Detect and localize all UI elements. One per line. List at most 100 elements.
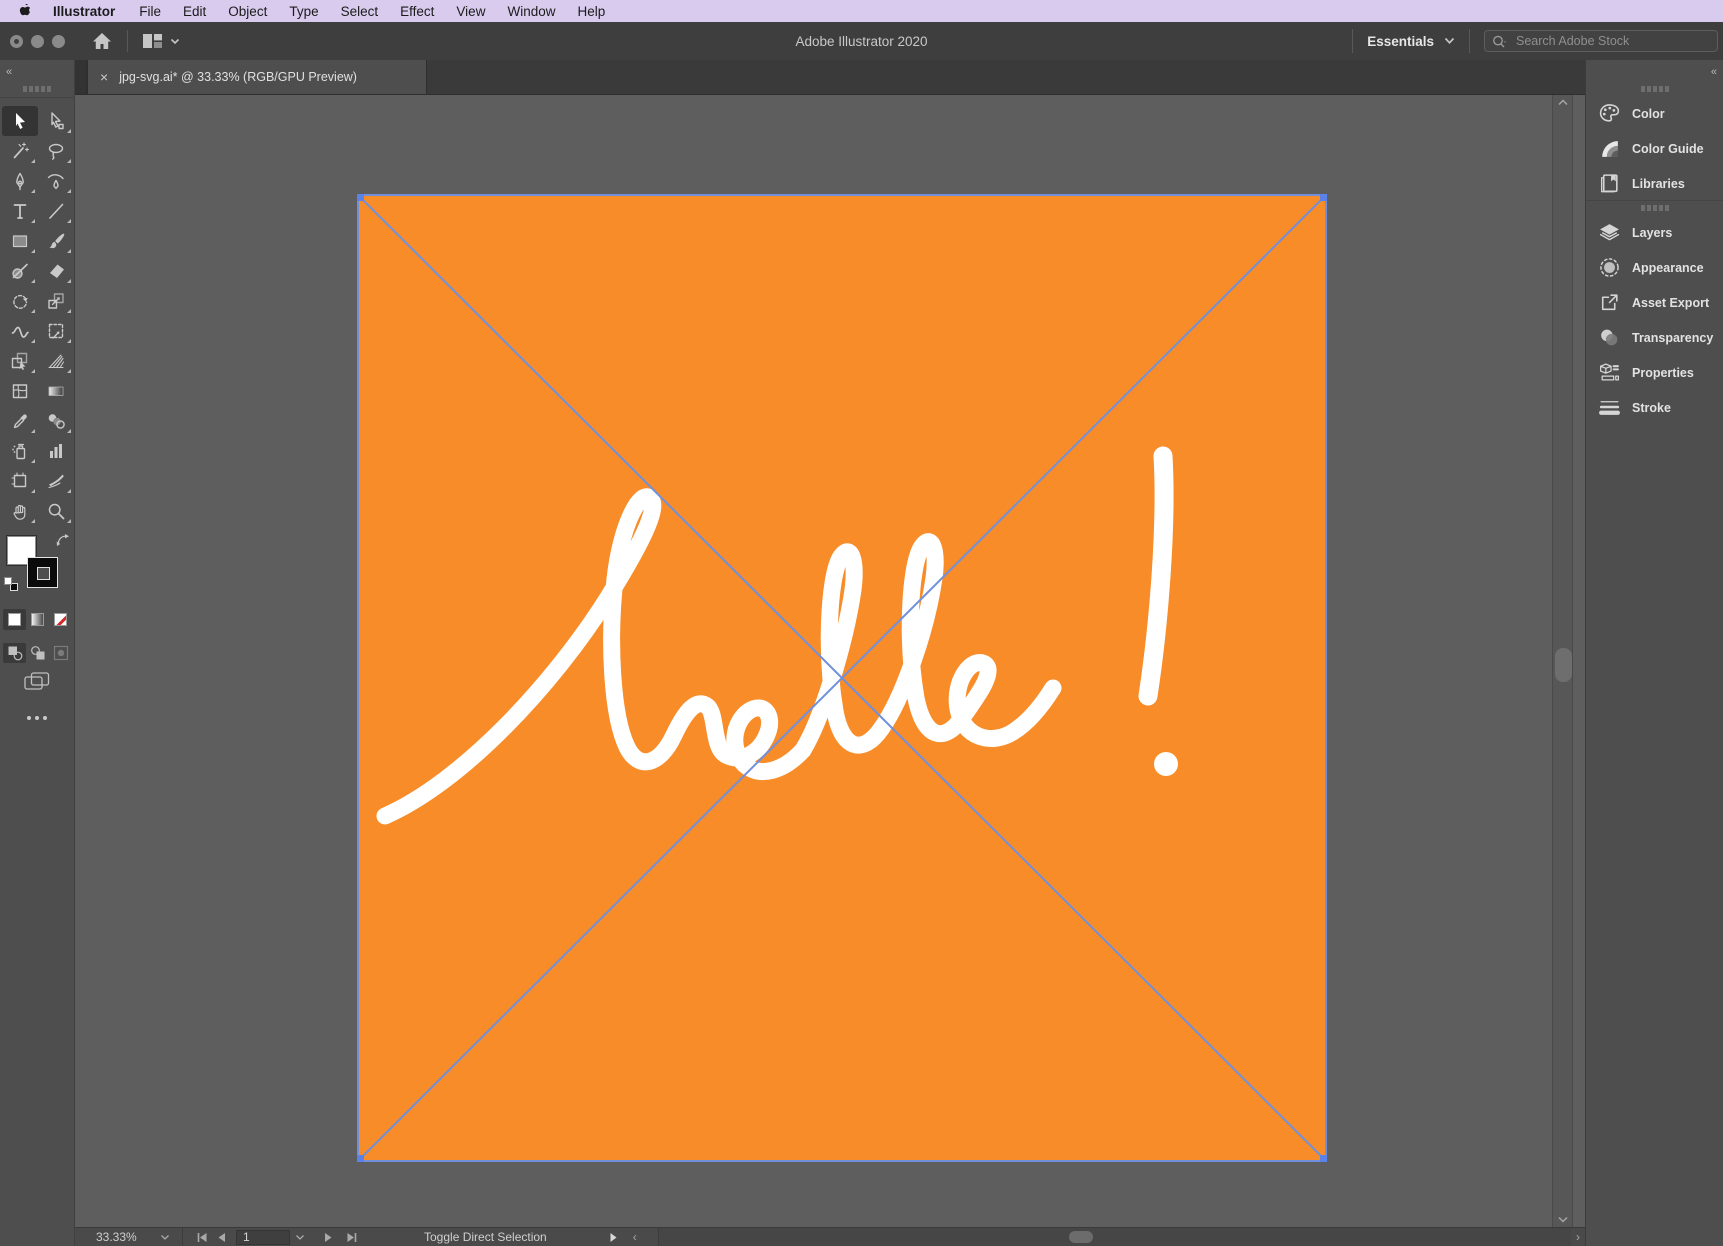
- home-icon[interactable]: [91, 31, 113, 51]
- panel-item-color-guide[interactable]: Color Guide: [1586, 131, 1723, 166]
- menu-select[interactable]: Select: [330, 4, 390, 19]
- tool-paintbrush[interactable]: [38, 226, 74, 256]
- vertical-scrollbar-thumb[interactable]: [1555, 648, 1572, 682]
- workspace-switcher[interactable]: Essentials: [1367, 34, 1455, 49]
- panel-item-stroke[interactable]: Stroke: [1586, 390, 1723, 425]
- tool-symbol-sprayer[interactable]: [2, 436, 38, 466]
- tool-perspective-grid[interactable]: [38, 346, 74, 376]
- gradient-mode-button[interactable]: [26, 609, 49, 630]
- tool-type[interactable]: [2, 196, 38, 226]
- panel-label: Asset Export: [1632, 296, 1709, 310]
- first-artboard-icon[interactable]: [196, 1232, 208, 1243]
- menu-help[interactable]: Help: [566, 4, 616, 19]
- panel-item-libraries[interactable]: Libraries: [1586, 166, 1723, 201]
- menu-file[interactable]: File: [128, 4, 172, 19]
- window-minimize-button[interactable]: [31, 35, 44, 48]
- tool-zoom[interactable]: [38, 496, 74, 526]
- tool-curvature[interactable]: [38, 166, 74, 196]
- stroke-swatch[interactable]: [27, 557, 58, 588]
- tool-magic-wand[interactable]: [2, 136, 38, 166]
- tool-slice[interactable]: [38, 466, 74, 496]
- artboard-number-field[interactable]: 1: [236, 1230, 290, 1245]
- last-artboard-icon[interactable]: [346, 1232, 358, 1243]
- zoom-level[interactable]: 33.33%: [96, 1230, 140, 1244]
- panel-item-transparency[interactable]: Transparency: [1586, 320, 1723, 355]
- tool-scale[interactable]: [38, 286, 74, 316]
- menu-edit[interactable]: Edit: [172, 4, 217, 19]
- tool-column-graph[interactable]: [38, 436, 74, 466]
- scroll-right-icon[interactable]: ›: [1571, 1230, 1585, 1244]
- panel-item-asset-export[interactable]: Asset Export: [1586, 285, 1723, 320]
- vertical-scrollbar[interactable]: [1552, 95, 1573, 1227]
- document-tab[interactable]: × jpg-svg.ai* @ 33.33% (RGB/GPU Preview): [87, 60, 427, 94]
- status-action-label[interactable]: Toggle Direct Selection: [424, 1230, 547, 1244]
- panel-item-appearance[interactable]: Appearance: [1586, 250, 1723, 285]
- color-mode-button[interactable]: [3, 609, 26, 630]
- panel-item-properties[interactable]: Properties: [1586, 355, 1723, 390]
- tool-free-transform[interactable]: [38, 316, 74, 346]
- panel-group-grip[interactable]: [1641, 86, 1669, 92]
- menu-effect[interactable]: Effect: [389, 4, 445, 19]
- tool-rectangle[interactable]: [2, 226, 38, 256]
- scroll-left-icon[interactable]: ‹: [628, 1230, 642, 1244]
- tool-width[interactable]: [2, 316, 38, 346]
- draw-normal-button[interactable]: [3, 643, 26, 663]
- panel-item-color[interactable]: Color: [1586, 96, 1723, 131]
- change-screen-mode-icon[interactable]: [24, 671, 51, 697]
- previous-artboard-icon[interactable]: [217, 1232, 226, 1243]
- scroll-up-icon[interactable]: [1557, 99, 1568, 106]
- artboard[interactable]: [357, 194, 1327, 1162]
- color-guide-panel-icon: [1598, 137, 1621, 160]
- panel-group-grip[interactable]: [1641, 205, 1669, 211]
- tab-close-icon[interactable]: ×: [100, 70, 108, 84]
- toolbar-grip[interactable]: [23, 86, 51, 92]
- menu-view[interactable]: View: [445, 4, 496, 19]
- menu-illustrator[interactable]: Illustrator: [40, 4, 128, 19]
- menu-object[interactable]: Object: [217, 4, 278, 19]
- scroll-down-icon[interactable]: [1557, 1216, 1568, 1223]
- window-zoom-button[interactable]: [52, 35, 65, 48]
- adobe-stock-search[interactable]: [1484, 30, 1718, 52]
- tool-shaper[interactable]: [2, 256, 38, 286]
- arrange-documents-icon[interactable]: [142, 32, 180, 50]
- status-play-icon[interactable]: [609, 1232, 618, 1243]
- tool-hand[interactable]: [2, 496, 38, 526]
- tool-gradient[interactable]: [38, 376, 74, 406]
- tool-lasso[interactable]: [38, 136, 74, 166]
- tool-artboard[interactable]: [2, 466, 38, 496]
- tool-blend[interactable]: [38, 406, 74, 436]
- window-close-button[interactable]: [10, 35, 23, 48]
- shaper-tool-icon: [10, 261, 30, 281]
- tool-pen[interactable]: [2, 166, 38, 196]
- gradient-mode-icon: [31, 613, 44, 626]
- tool-eyedropper[interactable]: [2, 406, 38, 436]
- tool-shape-builder[interactable]: [2, 346, 38, 376]
- draw-behind-button[interactable]: [26, 643, 49, 663]
- tool-rotate[interactable]: [2, 286, 38, 316]
- menu-window[interactable]: Window: [496, 4, 566, 19]
- draw-inside-button[interactable]: [49, 643, 72, 663]
- none-mode-button[interactable]: [49, 609, 72, 630]
- mesh-tool-icon: [10, 381, 30, 401]
- search-input[interactable]: [1516, 34, 1686, 48]
- tool-eraser[interactable]: [38, 256, 74, 286]
- next-artboard-icon[interactable]: [324, 1232, 333, 1243]
- tool-line-segment[interactable]: [38, 196, 74, 226]
- apple-logo-icon[interactable]: [16, 3, 30, 19]
- default-fill-stroke-icon[interactable]: [4, 577, 19, 592]
- tool-mesh[interactable]: [2, 376, 38, 406]
- zoom-dropdown-icon[interactable]: [160, 1234, 170, 1241]
- tool-selection[interactable]: [2, 106, 38, 136]
- panel-expand-icon[interactable]: «: [1711, 67, 1716, 78]
- artboard-dropdown-icon[interactable]: [295, 1234, 305, 1241]
- swap-fill-stroke-icon[interactable]: [56, 533, 70, 552]
- toolbar-collapse-icon[interactable]: «: [6, 67, 11, 78]
- menu-type[interactable]: Type: [278, 4, 329, 19]
- tool-direct-selection[interactable]: [38, 106, 74, 136]
- canvas[interactable]: [75, 95, 1585, 1227]
- panel-item-layers[interactable]: Layers: [1586, 215, 1723, 250]
- horizontal-scrollbar[interactable]: [658, 1228, 1571, 1246]
- panel-group-1: Color Color Guide Libraries: [1586, 96, 1723, 201]
- horizontal-scrollbar-thumb[interactable]: [1069, 1231, 1093, 1243]
- edit-toolbar-icon[interactable]: [27, 716, 47, 720]
